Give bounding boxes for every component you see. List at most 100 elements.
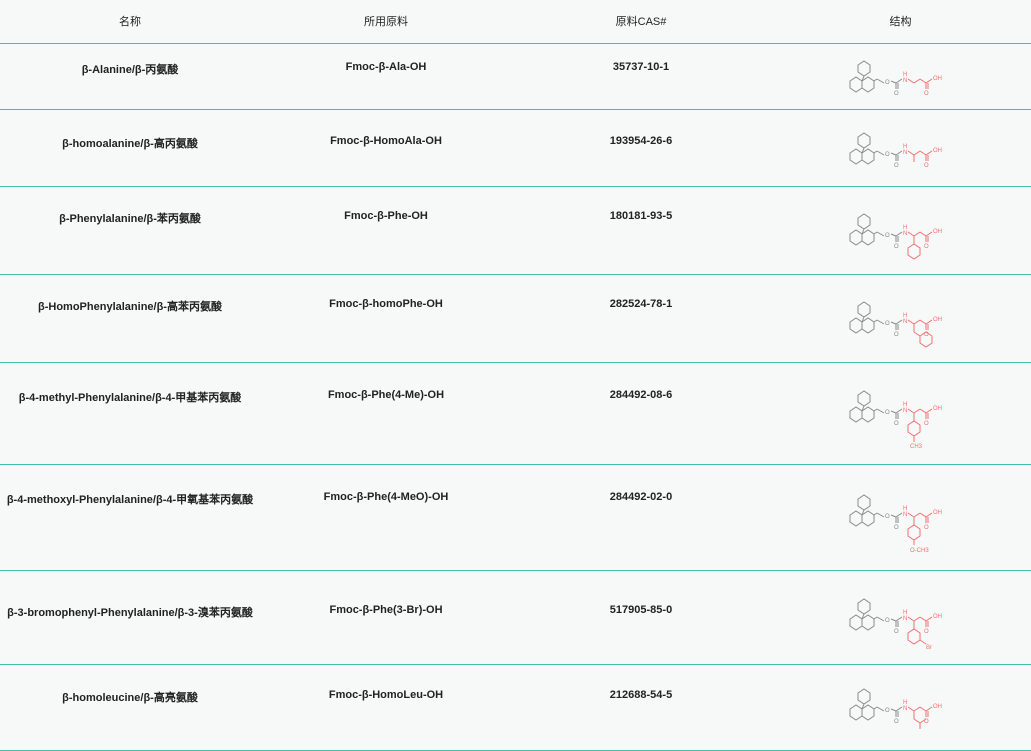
cell-cas-text: 282524-78-1 [609,297,673,310]
table-row: β-HomoPhenylalanine/β-高苯丙氨酸 Fmoc-β-homoPh… [0,274,1031,362]
svg-text:OH: OH [933,317,942,323]
structure-diagram-beta-phe: O O H N OH O [849,212,942,260]
svg-text:OH: OH [933,510,942,516]
header-name: 名称 [119,16,141,29]
svg-text:O: O [894,91,899,97]
table-header-row: 名称 所用原料 原料CAS# 结构 [0,0,1031,43]
table-row: β-4-methoxyl-Phenylalanine/β-4-甲氧基苯丙氨酸 Fm… [0,464,1031,570]
cell-cas-text: 180181-93-5 [609,209,673,222]
cell-name-text: β-HomoPhenylalanine/β-高苯丙氨酸 [38,300,222,313]
structure-diagram-beta-phe-4meo: O O H N OH O O-CH3 [849,493,942,554]
svg-text:O: O [924,244,929,250]
svg-text:CH3: CH3 [910,444,923,450]
cell-material-text: Fmoc-β-HomoLeu-OH [328,688,444,701]
svg-text:O: O [885,321,890,327]
table-row: β-Alanine/β-丙氨酸 Fmoc-β-Ala-OH 35737-10-1 O… [0,43,1031,109]
cell-name: β-Alanine/β-丙氨酸 [0,43,260,109]
svg-text:O: O [924,421,929,427]
header-cas: 原料CAS# [615,16,667,29]
cell-cas: 284492-08-6 [512,362,770,464]
svg-text:N: N [903,512,907,518]
cell-material-text: Fmoc-β-HomoAla-OH [330,134,442,147]
table-row: β-3-bromophenyl-Phenylalanine/β-3-溴苯丙氨酸 F… [0,570,1031,664]
svg-text:O: O [885,410,890,416]
cell-material-text: Fmoc-β-homoPhe-OH [329,297,443,310]
svg-text:O: O [894,163,899,169]
table-row: β-Phenylalanine/β-苯丙氨酸 Fmoc-β-Phe-OH 18018… [0,186,1031,274]
structure-diagram-beta-homoala: O O H N OH O [849,131,942,169]
cell-cas-text: 284492-02-0 [609,490,673,503]
cell-cas-text: 212688-54-5 [609,688,673,701]
svg-text:O: O [885,233,890,239]
cell-material-text: Fmoc-β-Ala-OH [345,60,427,73]
svg-text:O: O [924,91,929,97]
svg-text:O: O [894,525,899,531]
svg-text:O: O [885,708,890,714]
cell-name-text: β-4-methoxyl-Phenylalanine/β-4-甲氧基苯丙氨酸 [6,493,254,506]
cell-structure: O O H N OH O CH3 [770,362,1031,464]
cell-material: Fmoc-β-HomoLeu-OH [260,664,512,750]
svg-text:O: O [924,163,929,169]
cell-material-text: Fmoc-β-Phe(4-Me)-OH [327,388,445,401]
svg-text:O: O [885,152,890,158]
cell-name: β-3-bromophenyl-Phenylalanine/β-3-溴苯丙氨酸 [0,570,260,664]
cell-name-text: β-homoleucine/β-高亮氨酸 [62,691,198,704]
cell-cas-text: 284492-08-6 [609,388,673,401]
cell-material: Fmoc-β-Phe(4-MeO)-OH [260,464,512,570]
cell-cas: 193954-26-6 [512,109,770,186]
cell-material: Fmoc-β-Phe-OH [260,186,512,274]
structure-diagram-beta-phe-3br: O O H N OH O Br [849,597,942,651]
svg-text:OH: OH [933,148,942,154]
table-row: β-4-methyl-Phenylalanine/β-4-甲基苯丙氨酸 Fmoc-… [0,362,1031,464]
cell-cas-text: 35737-10-1 [612,60,670,73]
cell-cas: 284492-02-0 [512,464,770,570]
table-row: β-homoalanine/β-高丙氨酸 Fmoc-β-HomoAla-OH 193… [0,109,1031,186]
svg-text:O: O [894,629,899,635]
svg-text:N: N [903,706,907,712]
cell-material: Fmoc-β-homoPhe-OH [260,274,512,362]
cell-name-text: β-4-methyl-Phenylalanine/β-4-甲基苯丙氨酸 [18,391,242,404]
svg-text:Br: Br [926,645,932,651]
cell-name: β-4-methoxyl-Phenylalanine/β-4-甲氧基苯丙氨酸 [0,464,260,570]
cell-name: β-Phenylalanine/β-苯丙氨酸 [0,186,260,274]
svg-text:N: N [903,78,907,84]
cell-material-text: Fmoc-β-Phe(4-MeO)-OH [323,490,449,503]
cell-material-text: Fmoc-β-Phe(3-Br)-OH [329,603,443,616]
cell-material: Fmoc-β-Phe(3-Br)-OH [260,570,512,664]
structure-diagram-beta-phe-4me: O O H N OH O CH3 [849,389,942,450]
svg-text:N: N [903,616,907,622]
cell-name-text: β-Phenylalanine/β-苯丙氨酸 [59,212,201,225]
cell-material: Fmoc-β-Ala-OH [260,43,512,109]
svg-text:O: O [894,421,899,427]
cell-cas: 282524-78-1 [512,274,770,362]
cell-cas: 35737-10-1 [512,43,770,109]
svg-text:OH: OH [933,614,942,620]
amino-acid-table: 名称 所用原料 原料CAS# 结构 β-Alanine/β-丙氨酸 Fmoc-β-… [0,0,1031,751]
cell-name: β-HomoPhenylalanine/β-高苯丙氨酸 [0,274,260,362]
svg-text:OH: OH [933,704,942,710]
svg-text:O: O [924,525,929,531]
cell-structure: O O H N OH O [770,109,1031,186]
header-structure: 结构 [889,16,912,29]
svg-text:N: N [903,408,907,414]
structure-diagram-beta-homophe: O O H N OH O [849,300,942,348]
cell-cas-text: 517905-85-0 [609,603,673,616]
svg-text:N: N [903,231,907,237]
svg-text:OH: OH [933,406,942,412]
svg-text:N: N [903,319,907,325]
cell-structure: O O H N OH O Br [770,570,1031,664]
table-row: β-homoleucine/β-高亮氨酸 Fmoc-β-HomoLeu-OH 212… [0,664,1031,750]
cell-name-text: β-3-bromophenyl-Phenylalanine/β-3-溴苯丙氨酸 [7,606,253,619]
cell-cas: 180181-93-5 [512,186,770,274]
svg-text:OH: OH [933,76,942,82]
svg-text:O: O [885,80,890,86]
cell-cas: 517905-85-0 [512,570,770,664]
cell-name: β-homoalanine/β-高丙氨酸 [0,109,260,186]
svg-text:O: O [885,618,890,624]
cell-material: Fmoc-β-HomoAla-OH [260,109,512,186]
cell-name-text: β-homoalanine/β-高丙氨酸 [62,137,198,150]
structure-diagram-beta-ala: O O H N OH O [849,59,942,97]
cell-material: Fmoc-β-Phe(4-Me)-OH [260,362,512,464]
structure-diagram-beta-homoleu: O O H N OH O [849,687,942,729]
cell-name-text: β-Alanine/β-丙氨酸 [81,63,179,76]
